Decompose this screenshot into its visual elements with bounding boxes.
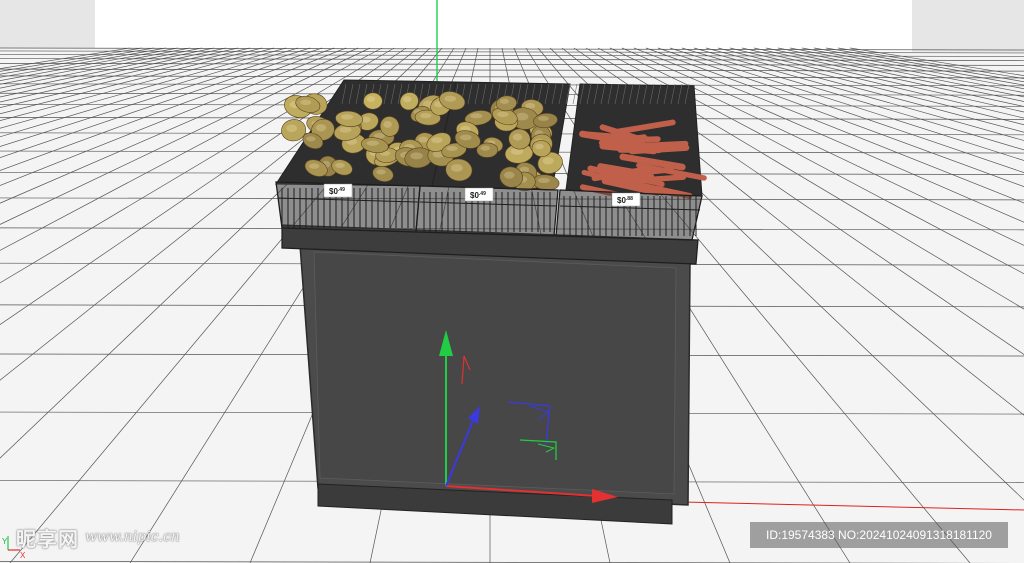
watermark: 昵享网 www.nipic.cn [16, 523, 180, 551]
image-id-banner: ID:19574383 NO:20241024091318181120 [750, 522, 1008, 548]
price-tag-2: $0.49 [464, 187, 494, 202]
price-tag-1-cents: .49 [338, 187, 345, 193]
axis-indicator-y-label: Y [2, 537, 8, 546]
3d-viewport[interactable]: $0.49 $0.49 $0.88 Y X 昵享网 www.nipic.cn I… [0, 0, 1024, 563]
price-tag-1: $0.49 [323, 183, 353, 198]
axis-indicator-x-label: X [20, 551, 26, 560]
stand-panel-inner [313, 251, 677, 495]
price-tag-2-cents: .49 [479, 191, 486, 197]
price-tag-3: $0.88 [611, 192, 641, 207]
scene-canvas[interactable]: $0.49 $0.49 $0.88 [0, 0, 1024, 563]
watermark-url: www.nipic.cn [85, 529, 180, 545]
watermark-logo: 昵享网 [16, 526, 79, 551]
price-tag-3-cents: .88 [626, 196, 633, 202]
